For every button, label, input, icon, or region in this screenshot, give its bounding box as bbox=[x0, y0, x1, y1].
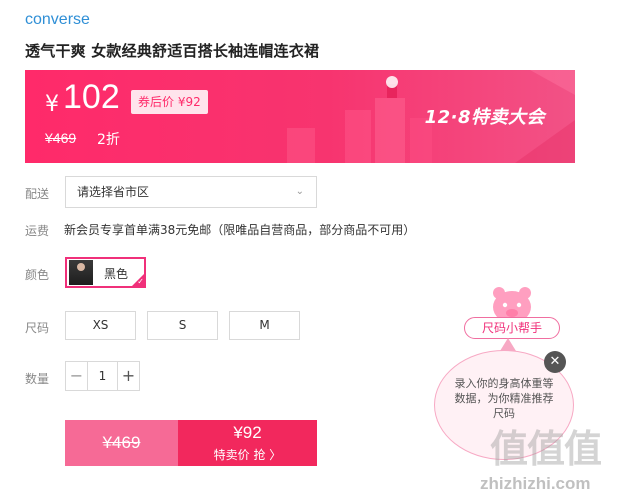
quantity-stepper: − 1 + bbox=[65, 361, 140, 391]
price-banner: ¥ 102 券后价 ¥92 ¥469 2折 12·8特卖大会 bbox=[25, 70, 575, 163]
watermark-logo: 值值值 bbox=[490, 427, 602, 471]
size-helper-text: 录入你的身高体重等数据，为你精准推荐尺码 bbox=[454, 377, 554, 420]
currency-symbol: ¥ bbox=[45, 92, 59, 117]
close-icon[interactable]: ✕ bbox=[544, 351, 566, 373]
coupon-price-badge[interactable]: 券后价 ¥92 bbox=[131, 90, 208, 114]
size-option-s[interactable]: S bbox=[147, 311, 218, 340]
current-price: 102 bbox=[63, 78, 120, 116]
color-option-black[interactable]: 黑色 ✓ bbox=[65, 257, 146, 288]
event-name: 12·8特卖大会 bbox=[424, 107, 545, 128]
original-price-panel: ¥469 bbox=[65, 420, 178, 466]
product-title: 透气干爽 女款经典舒适百搭长袖连帽连衣裙 bbox=[25, 42, 320, 60]
color-option-label: 黑色 bbox=[104, 267, 129, 281]
check-icon: ✓ bbox=[137, 277, 144, 286]
buy-cta-label: 特卖价 抢 〉 bbox=[213, 448, 282, 462]
delivery-label: 配送 bbox=[25, 187, 50, 201]
quantity-label: 数量 bbox=[25, 372, 50, 386]
buy-now-button[interactable]: ¥92 特卖价 抢 〉 bbox=[178, 420, 317, 466]
buy-sale-price: ¥92 bbox=[233, 423, 262, 442]
color-thumbnail bbox=[69, 260, 93, 285]
size-option-xs[interactable]: XS bbox=[65, 311, 136, 340]
quantity-decrease-button[interactable]: − bbox=[66, 362, 88, 390]
size-label: 尺码 bbox=[25, 321, 50, 335]
shipping-info: 新会员专享首单满38元免邮（限唯品自营商品，部分商品不可用） bbox=[64, 223, 416, 237]
brand-link[interactable]: converse bbox=[25, 11, 90, 29]
color-label: 颜色 bbox=[25, 268, 50, 282]
chevron-down-icon: ⌄ bbox=[295, 186, 304, 197]
discount-label: 2折 bbox=[97, 132, 120, 148]
region-select-placeholder: 请选择省市区 bbox=[77, 185, 150, 199]
original-price: ¥469 bbox=[45, 130, 77, 146]
size-option-m[interactable]: M bbox=[229, 311, 300, 340]
quantity-increase-button[interactable]: + bbox=[117, 362, 139, 390]
region-select[interactable]: 请选择省市区 ⌄ bbox=[65, 176, 317, 208]
shipping-label: 运费 bbox=[25, 224, 50, 238]
watermark-url: zhizhizhi.com bbox=[480, 474, 591, 493]
size-helper-button[interactable]: 尺码小帮手 bbox=[464, 317, 560, 339]
quantity-input[interactable]: 1 bbox=[88, 362, 117, 390]
